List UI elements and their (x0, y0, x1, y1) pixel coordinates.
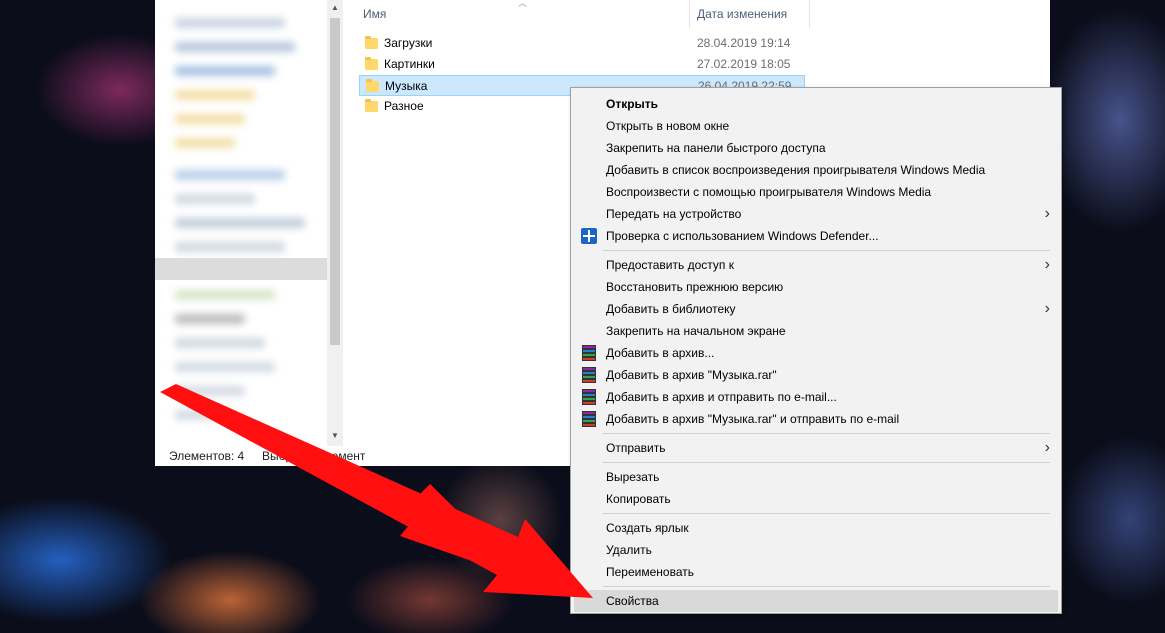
red-annotation-arrow-icon (160, 384, 593, 598)
